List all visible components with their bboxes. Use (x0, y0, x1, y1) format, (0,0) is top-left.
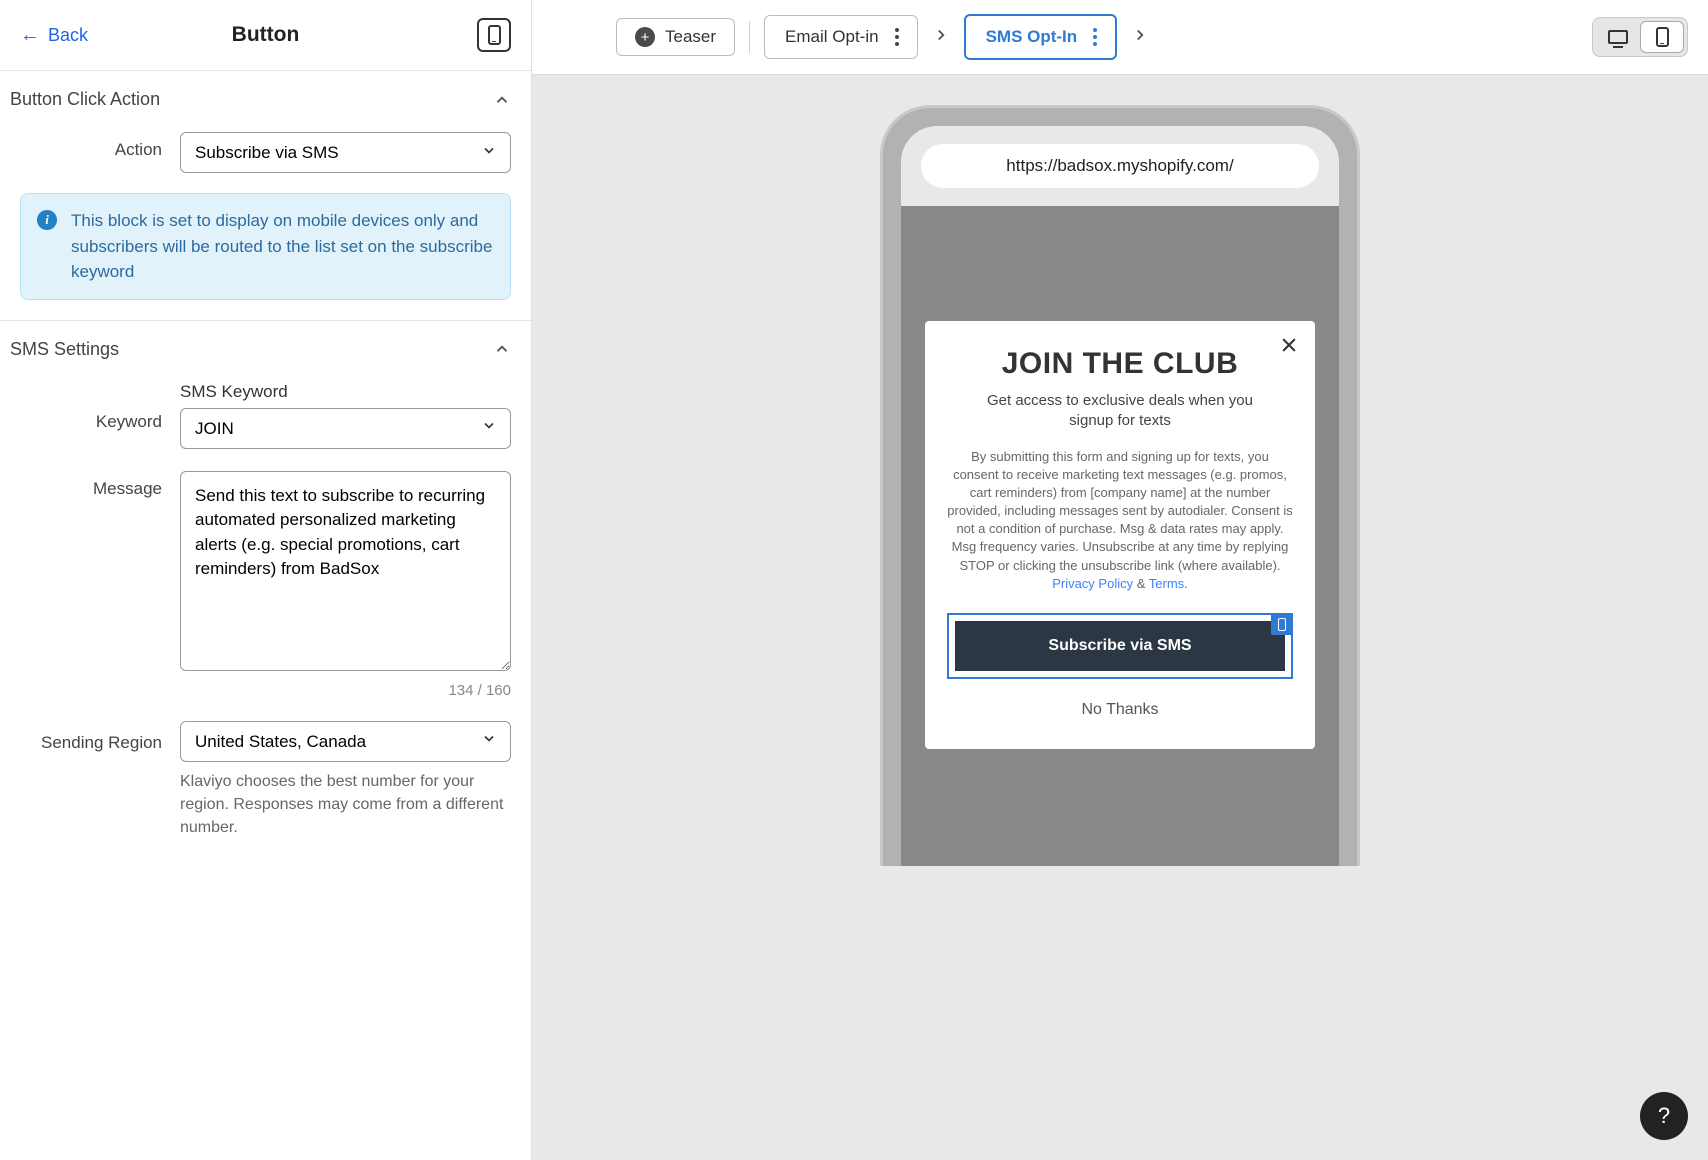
section-title: Button Click Action (10, 89, 160, 110)
char-count: 134 / 160 (180, 682, 511, 699)
preview-area: https://badsox.myshopify.com/ JOIN THE C… (532, 75, 1708, 1160)
phone-screen: https://badsox.myshopify.com/ JOIN THE C… (901, 126, 1339, 866)
preview-canvas: + Teaser Email Opt-in SMS Opt-In (532, 0, 1708, 1160)
desktop-toggle[interactable] (1596, 21, 1640, 53)
mobile-badge (1271, 613, 1293, 635)
separator (749, 21, 750, 53)
keyword-label: Keyword (10, 382, 180, 432)
signup-popup: JOIN THE CLUB Get access to exclusive de… (925, 321, 1315, 749)
sidebar-header: ← Back Button (0, 0, 531, 71)
message-row: Message 134 / 160 (0, 463, 531, 713)
section-header-sms[interactable]: SMS Settings (0, 321, 531, 374)
action-row: Action Subscribe via SMS (0, 124, 531, 187)
back-label: Back (48, 25, 88, 46)
teaser-label: Teaser (665, 27, 716, 47)
back-button[interactable]: ← Back (20, 24, 88, 47)
topbar: + Teaser Email Opt-in SMS Opt-In (532, 0, 1708, 75)
phone-icon (1278, 618, 1286, 631)
chevron-up-icon (493, 340, 511, 358)
selected-element-frame[interactable]: Subscribe via SMS (947, 613, 1293, 679)
message-label: Message (10, 471, 180, 499)
page-title: Button (232, 23, 300, 47)
monitor-icon (1608, 30, 1628, 44)
region-label: Sending Region (10, 721, 180, 753)
action-label: Action (10, 132, 180, 160)
region-help: Klaviyo chooses the best number for your… (180, 770, 511, 840)
more-icon[interactable] (1081, 24, 1109, 50)
phone-icon (1656, 27, 1669, 47)
device-toggle (1592, 17, 1688, 57)
subscribe-sms-button[interactable]: Subscribe via SMS (955, 621, 1285, 671)
step-label: SMS Opt-In (986, 27, 1078, 47)
help-button[interactable]: ? (1640, 1092, 1688, 1140)
close-button[interactable] (1279, 335, 1299, 360)
phone-frame: https://badsox.myshopify.com/ JOIN THE C… (880, 105, 1360, 866)
step-label: Email Opt-in (785, 27, 879, 47)
info-callout: i This block is set to display on mobile… (20, 193, 511, 300)
section-title: SMS Settings (10, 339, 119, 360)
plus-circle-icon: + (635, 27, 655, 47)
info-text: This block is set to display on mobile d… (71, 208, 494, 285)
chevron-up-icon (493, 91, 511, 109)
more-icon[interactable] (883, 24, 911, 50)
teaser-button[interactable]: + Teaser (616, 18, 735, 56)
message-textarea[interactable] (180, 471, 511, 671)
sidebar-body: Button Click Action Action Subscribe via… (0, 71, 531, 1160)
section-sms-settings: SMS Settings Keyword SMS Keyword JOIN (0, 321, 531, 854)
no-thanks-link[interactable]: No Thanks (947, 701, 1293, 719)
step-sms-optin[interactable]: SMS Opt-In (964, 14, 1118, 60)
legal-text: By submitting this form and signing up f… (947, 449, 1292, 573)
phone-icon (488, 25, 501, 45)
url-bar: https://badsox.myshopify.com/ (921, 144, 1319, 188)
region-row: Sending Region United States, Canada Kla… (0, 713, 531, 854)
arrow-left-icon: ← (20, 24, 40, 47)
mobile-view-button[interactable] (477, 18, 511, 52)
legal-and: & (1133, 576, 1149, 591)
region-select[interactable]: United States, Canada (180, 721, 511, 762)
action-select[interactable]: Subscribe via SMS (180, 132, 511, 173)
popup-subtitle: Get access to exclusive deals when you s… (967, 391, 1273, 432)
settings-sidebar: ← Back Button Button Click Action Action (0, 0, 532, 1160)
keyword-select[interactable]: JOIN (180, 408, 511, 449)
info-icon: i (37, 210, 57, 230)
popup-legal: By submitting this form and signing up f… (947, 448, 1293, 594)
section-click-action: Button Click Action Action Subscribe via… (0, 71, 531, 321)
page-background: JOIN THE CLUB Get access to exclusive de… (901, 206, 1339, 866)
mobile-toggle[interactable] (1640, 21, 1684, 53)
terms-link[interactable]: Terms (1149, 576, 1184, 591)
chevron-right-icon (1131, 26, 1149, 49)
step-email-optin[interactable]: Email Opt-in (764, 15, 918, 59)
keyword-sublabel: SMS Keyword (180, 382, 511, 402)
popup-title: JOIN THE CLUB (947, 347, 1293, 381)
keyword-row: Keyword SMS Keyword JOIN (0, 374, 531, 463)
privacy-link[interactable]: Privacy Policy (1052, 576, 1133, 591)
chevron-right-icon (932, 26, 950, 49)
section-header-click-action[interactable]: Button Click Action (0, 71, 531, 124)
